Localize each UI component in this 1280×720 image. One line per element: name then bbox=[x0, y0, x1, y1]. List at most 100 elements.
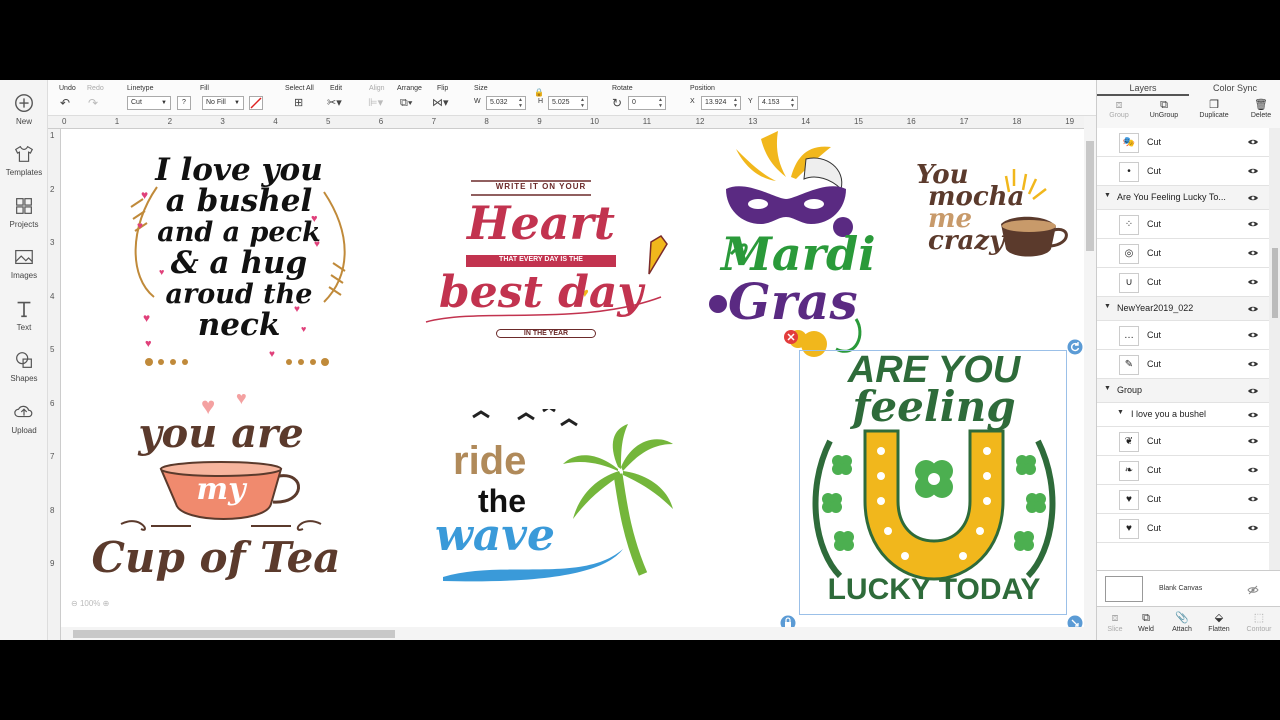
design-canvas[interactable]: ♥ ♥ ♥ ♥ ♥ ♥ ♥ ♥ ♥ ♥ I love you a bushel and a… bbox=[61, 129, 1084, 627]
stepper-icon[interactable]: ▲ ▼ bbox=[658, 97, 663, 109]
design-mardi-gras[interactable]: Mardi Gras bbox=[706, 129, 881, 369]
weld-button[interactable]: ⧉ Weld bbox=[1128, 610, 1164, 633]
flip-icon[interactable]: ⋈▾ bbox=[432, 96, 449, 110]
layer-row[interactable]: ❦ Cut bbox=[1097, 427, 1269, 456]
canvas-swatch[interactable] bbox=[1105, 576, 1143, 602]
zoom-out-icon[interactable]: ⊖ bbox=[71, 599, 78, 608]
layer-row[interactable]: … Cut bbox=[1097, 321, 1269, 350]
layer-row[interactable]: 🎭 Cut bbox=[1097, 128, 1269, 157]
horizontal-scroll-thumb[interactable] bbox=[73, 630, 395, 638]
layer-row[interactable]: ❧ Cut bbox=[1097, 456, 1269, 485]
shapes-button[interactable]: Shapes bbox=[0, 349, 48, 397]
layer-name: Cut bbox=[1147, 436, 1162, 446]
layer-group-row[interactable]: ▼ NewYear2019_022 bbox=[1097, 297, 1269, 321]
new-button[interactable]: New bbox=[0, 92, 48, 140]
eye-icon[interactable] bbox=[1247, 247, 1259, 259]
delete-handle-icon[interactable] bbox=[783, 329, 799, 345]
delete-button[interactable]: 🗑 Delete bbox=[1239, 98, 1280, 126]
horizontal-scrollbar[interactable] bbox=[61, 627, 1084, 640]
vertical-scrollbar[interactable] bbox=[1084, 116, 1096, 640]
eye-icon[interactable] bbox=[1247, 358, 1259, 370]
eye-icon[interactable] bbox=[1247, 165, 1259, 177]
resize-handle-icon[interactable] bbox=[1067, 615, 1083, 627]
eye-icon[interactable] bbox=[1247, 218, 1259, 230]
undo-icon[interactable]: ↶ bbox=[60, 96, 70, 110]
linetype-help-button[interactable]: ? bbox=[177, 96, 191, 110]
upload-label: Upload bbox=[11, 426, 37, 435]
upload-button[interactable]: Upload bbox=[0, 401, 48, 449]
tab-color-sync[interactable]: Color Sync bbox=[1189, 80, 1280, 96]
design-bushel[interactable]: ♥ ♥ ♥ ♥ ♥ ♥ ♥ ♥ ♥ ♥ I love you a bushel and a… bbox=[119, 147, 349, 377]
arrange-icon[interactable]: ⧉▾ bbox=[400, 96, 412, 110]
flatten-label: Flatten bbox=[1208, 626, 1230, 633]
layer-row[interactable]: • Cut bbox=[1097, 157, 1269, 186]
eye-hidden-icon[interactable] bbox=[1247, 584, 1259, 596]
chevron-down-icon[interactable]: ▼ bbox=[1117, 409, 1124, 416]
ruler-top-number: 19 bbox=[1065, 117, 1075, 126]
eye-icon[interactable] bbox=[1247, 464, 1259, 476]
eye-icon[interactable] bbox=[1247, 522, 1259, 534]
blank-canvas-row[interactable]: Blank Canvas bbox=[1097, 570, 1280, 606]
layer-row[interactable]: ♥ Cut bbox=[1097, 514, 1269, 543]
flatten-button[interactable]: ⬙ Flatten bbox=[1201, 610, 1237, 633]
layers-scroll-thumb[interactable] bbox=[1272, 248, 1278, 318]
height-input[interactable]: 5.025 ▲ ▼ bbox=[548, 96, 588, 110]
layer-group-row[interactable]: ▼ Group bbox=[1097, 379, 1269, 403]
layer-group-row[interactable]: ▼ Are You Feeling Lucky To... bbox=[1097, 186, 1269, 210]
design-cup-of-tea[interactable]: ♥ ♥ you are my Cup of Tea bbox=[81, 384, 351, 614]
chevron-down-icon[interactable]: ▼ bbox=[1104, 385, 1111, 392]
eye-icon[interactable] bbox=[1247, 136, 1259, 148]
width-input[interactable]: 5.032 ▲ ▼ bbox=[486, 96, 526, 110]
layer-row[interactable]: ♥ Cut bbox=[1097, 485, 1269, 514]
rotate-handle-icon[interactable] bbox=[1067, 339, 1083, 355]
chevron-down-icon[interactable]: ▼ bbox=[1104, 303, 1111, 310]
layer-group-row[interactable]: ▼ I love you a bushel bbox=[1097, 403, 1269, 427]
eye-icon[interactable] bbox=[1247, 303, 1259, 315]
design-lucky-today-selected[interactable]: ARE YOU feeling LUCKY TODAY bbox=[799, 350, 1067, 615]
ungroup-button[interactable]: ⧉ UnGroup bbox=[1142, 98, 1186, 126]
eye-icon[interactable] bbox=[1247, 385, 1259, 397]
eye-icon[interactable] bbox=[1247, 192, 1259, 204]
design-ride-the-wave[interactable]: ride the wave bbox=[433, 409, 683, 589]
stepper-icon[interactable]: ▲ ▼ bbox=[733, 97, 738, 109]
layer-row[interactable]: ✎ Cut bbox=[1097, 350, 1269, 379]
duplicate-button[interactable]: ❐ Duplicate bbox=[1192, 98, 1236, 126]
projects-button[interactable]: Projects bbox=[0, 195, 48, 243]
chevron-down-icon: ▼ bbox=[234, 100, 240, 106]
layers-scrollbar[interactable] bbox=[1269, 128, 1280, 570]
text-button[interactable]: Text bbox=[0, 298, 48, 346]
fill-color-swatch-icon[interactable] bbox=[249, 96, 263, 110]
stepper-icon[interactable]: ▲ ▼ bbox=[518, 97, 523, 109]
attach-button[interactable]: 📎 Attach bbox=[1164, 610, 1200, 633]
chevron-down-icon[interactable]: ▼ bbox=[1104, 192, 1111, 199]
eye-icon[interactable] bbox=[1247, 435, 1259, 447]
fill-select[interactable]: No Fill ▼ bbox=[202, 96, 244, 110]
redo-icon[interactable]: ↷ bbox=[88, 96, 98, 110]
eye-icon[interactable] bbox=[1247, 276, 1259, 288]
layer-row[interactable]: ◎ Cut bbox=[1097, 239, 1269, 268]
select-all-icon[interactable]: ⊞ bbox=[294, 96, 303, 110]
layer-row[interactable]: ∪ Cut bbox=[1097, 268, 1269, 297]
linetype-select[interactable]: Cut ▼ bbox=[127, 96, 171, 110]
vertical-scroll-thumb[interactable] bbox=[1086, 141, 1094, 251]
zoom-in-icon[interactable]: ⊕ bbox=[103, 599, 110, 608]
y-input[interactable]: 4.153 ▲ ▼ bbox=[758, 96, 798, 110]
lock-handle-icon[interactable] bbox=[780, 615, 796, 627]
layer-row[interactable]: ⁘ Cut bbox=[1097, 210, 1269, 239]
design-heart-best-day[interactable]: ♥ WRITE IT ON YOUR Heart THAT EVERY DAY … bbox=[421, 177, 681, 357]
group-button[interactable]: ⧈ Group bbox=[1097, 98, 1141, 126]
eye-icon[interactable] bbox=[1247, 329, 1259, 341]
images-button[interactable]: Images bbox=[0, 246, 48, 294]
rotate-input[interactable]: 0 ▲ ▼ bbox=[628, 96, 666, 110]
align-icon[interactable]: ⊫▾ bbox=[368, 96, 383, 110]
eye-icon[interactable] bbox=[1247, 409, 1259, 421]
contour-button[interactable]: ⬚ Contour bbox=[1241, 610, 1277, 633]
eye-icon[interactable] bbox=[1247, 493, 1259, 505]
stepper-icon[interactable]: ▲ ▼ bbox=[580, 97, 585, 109]
templates-button[interactable]: Templates bbox=[0, 143, 48, 191]
tab-layers[interactable]: Layers bbox=[1097, 80, 1189, 96]
x-input[interactable]: 13.924 ▲ ▼ bbox=[701, 96, 741, 110]
design-mocha[interactable]: You mocha me crazy bbox=[911, 162, 1081, 309]
stepper-icon[interactable]: ▲ ▼ bbox=[790, 97, 795, 109]
edit-scissors-icon[interactable]: ✂▾ bbox=[327, 96, 342, 110]
